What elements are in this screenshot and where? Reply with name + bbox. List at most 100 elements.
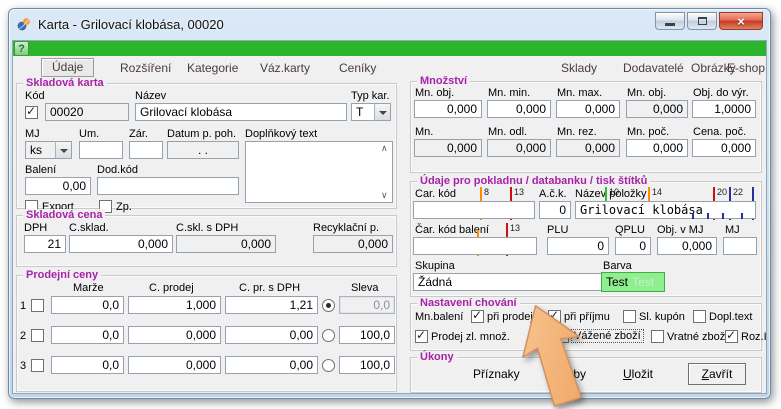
- group-title: Množství: [417, 75, 470, 87]
- mj-dropdown[interactable]: [55, 141, 72, 159]
- marze-field-3[interactable]: 0,0: [51, 356, 124, 374]
- tab-kategorie[interactable]: Kategorie: [187, 61, 238, 75]
- vratne-zbozi-label: Vratné zboží: [667, 331, 728, 343]
- kod-checkbox[interactable]: [25, 106, 38, 119]
- sleva-field-3[interactable]: 100,0: [339, 356, 395, 374]
- mn-obj2-field[interactable]: 0,000: [626, 100, 688, 118]
- price-row-radio-1[interactable]: [322, 299, 335, 312]
- price-row-radio-2[interactable]: [322, 329, 335, 342]
- price-row-number: 3: [20, 360, 26, 372]
- price-row-checkbox[interactable]: [31, 329, 44, 342]
- mj-field[interactable]: ks: [25, 141, 56, 159]
- price-row-checkbox[interactable]: [31, 359, 44, 372]
- sl-kupon-checkbox[interactable]: [623, 310, 636, 323]
- ulozit-button[interactable]: Uložit: [623, 367, 653, 381]
- tab-ceniky[interactable]: Ceníky: [339, 61, 376, 75]
- tab-udaje[interactable]: Údaje: [41, 58, 94, 77]
- tab-vazkarty[interactable]: Váz.karty: [260, 61, 310, 75]
- mn-rez-field[interactable]: 0,000: [556, 139, 620, 157]
- sleva-field-2[interactable]: 100,0: [339, 326, 395, 344]
- obj-v-mj-field[interactable]: 0,000: [657, 237, 717, 255]
- nazev-polozky-field[interactable]: Grilovací klobása: [575, 201, 756, 219]
- cprodej-field-2[interactable]: 0,000: [128, 326, 221, 344]
- tab-eshop[interactable]: E-shop: [727, 61, 765, 75]
- zar-field[interactable]: [129, 141, 163, 159]
- csklad-field[interactable]: 0,000: [69, 235, 173, 253]
- dopl-text-checkbox[interactable]: [693, 310, 706, 323]
- ruler-14: 14: [652, 187, 662, 197]
- qplu-label: QPLU: [615, 224, 645, 236]
- mn-baleni-label: Mn.balení: [415, 311, 463, 323]
- recyklacni-field[interactable]: 0,000: [313, 235, 393, 253]
- nazev-field[interactable]: Grilovací klobása: [135, 103, 347, 121]
- car-kod-label: Car. kód: [415, 188, 456, 200]
- dph-field[interactable]: 21: [24, 235, 66, 253]
- minimize-button[interactable]: [655, 12, 685, 30]
- barva-preview[interactable]: Test Test: [601, 272, 665, 292]
- price-row-number: 1: [20, 300, 26, 312]
- app-icon: [16, 16, 32, 32]
- mn-odl-field[interactable]: 0,000: [487, 139, 551, 157]
- vazene-zbozi-checkbox[interactable]: [556, 330, 569, 343]
- typ-kar-field[interactable]: T: [351, 103, 375, 121]
- mn-poc-field[interactable]: 0,000: [626, 139, 688, 157]
- price-row-radio-3[interactable]: [322, 359, 335, 372]
- doplnkovy-textarea[interactable]: [245, 141, 393, 203]
- roz-info-checkbox[interactable]: [725, 330, 738, 343]
- group-title: Skladová karta: [23, 77, 107, 89]
- pohyby-button[interactable]: Pohyby: [546, 367, 586, 381]
- baleni-field[interactable]: 0,00: [25, 177, 91, 195]
- dodkod-field[interactable]: [97, 177, 239, 195]
- ack-field[interactable]: 0: [539, 201, 571, 219]
- mn-obj-field[interactable]: 0,000: [414, 100, 482, 118]
- scroll-down-icon[interactable]: ∨: [381, 190, 388, 201]
- maximize-button[interactable]: [687, 12, 717, 30]
- mj2-field[interactable]: [723, 237, 757, 255]
- tab-dodavatele[interactable]: Dodavatelé: [623, 61, 684, 75]
- mn-field[interactable]: 0,000: [414, 139, 482, 157]
- window-title: Karta - Grilovací klobása, 00020: [38, 17, 224, 32]
- zavrit-button[interactable]: Zavřít: [688, 363, 746, 385]
- price-row-checkbox[interactable]: [31, 299, 44, 312]
- cpr-s-dph-field-1[interactable]: 1,21: [225, 296, 318, 314]
- car-kod-field[interactable]: [413, 201, 535, 219]
- cskl-s-dph-field[interactable]: 0,000: [176, 235, 276, 253]
- title-bar[interactable]: Karta - Grilovací klobása, 00020 ×: [9, 9, 770, 39]
- cena-poc-field[interactable]: 0,000: [692, 139, 756, 157]
- dph-label: DPH: [24, 222, 47, 234]
- cprodej-field-1[interactable]: 1,000: [128, 296, 221, 314]
- cprodej-field-3[interactable]: 0,000: [128, 356, 221, 374]
- mj2-label: MJ: [725, 224, 740, 236]
- char-tick: [692, 213, 694, 219]
- tab-rozsireni[interactable]: Rozšíření: [120, 61, 171, 75]
- kod-field[interactable]: 00020: [45, 103, 129, 121]
- mn-max-field[interactable]: 0,000: [556, 100, 620, 118]
- pri-prodeji-checkbox[interactable]: [471, 310, 484, 323]
- typ-kar-dropdown[interactable]: [374, 103, 391, 121]
- marze-field-2[interactable]: 0,0: [51, 326, 124, 344]
- sleva-field-1[interactable]: 0,0: [339, 296, 395, 314]
- plu-field[interactable]: 0: [547, 237, 609, 255]
- typ-kar-label: Typ kar.: [351, 90, 390, 102]
- cpr-s-dph-field-2[interactable]: 0,00: [225, 326, 318, 344]
- datum-field[interactable]: . .: [167, 141, 239, 159]
- cpr-s-dph-field-3[interactable]: 0,00: [225, 356, 318, 374]
- qplu-field[interactable]: 0: [615, 237, 651, 255]
- marze-field-1[interactable]: 0,0: [51, 296, 124, 314]
- vratne-zbozi-checkbox[interactable]: [651, 330, 664, 343]
- tab-sklady[interactable]: Sklady: [561, 61, 597, 75]
- help-button[interactable]: ?: [14, 41, 29, 56]
- prodej-zl-checkbox[interactable]: [415, 330, 428, 343]
- obj-do-vyr-field[interactable]: 1,0000: [692, 100, 756, 118]
- prodej-zl-label: Prodej zl. množ.: [431, 331, 510, 343]
- mn-min-field[interactable]: 0,000: [487, 100, 551, 118]
- close-button[interactable]: ×: [719, 12, 763, 30]
- nazev-label: Název: [135, 90, 166, 102]
- scroll-up-icon[interactable]: ∧: [381, 143, 388, 154]
- um-field[interactable]: [79, 141, 123, 159]
- pri-prijmu-checkbox[interactable]: [548, 310, 561, 323]
- priznaky-button[interactable]: Příznaky: [473, 367, 520, 381]
- skupina-field[interactable]: Žádná: [413, 273, 618, 291]
- car-kod-baleni-field[interactable]: [413, 237, 537, 255]
- char-tick: [707, 213, 709, 219]
